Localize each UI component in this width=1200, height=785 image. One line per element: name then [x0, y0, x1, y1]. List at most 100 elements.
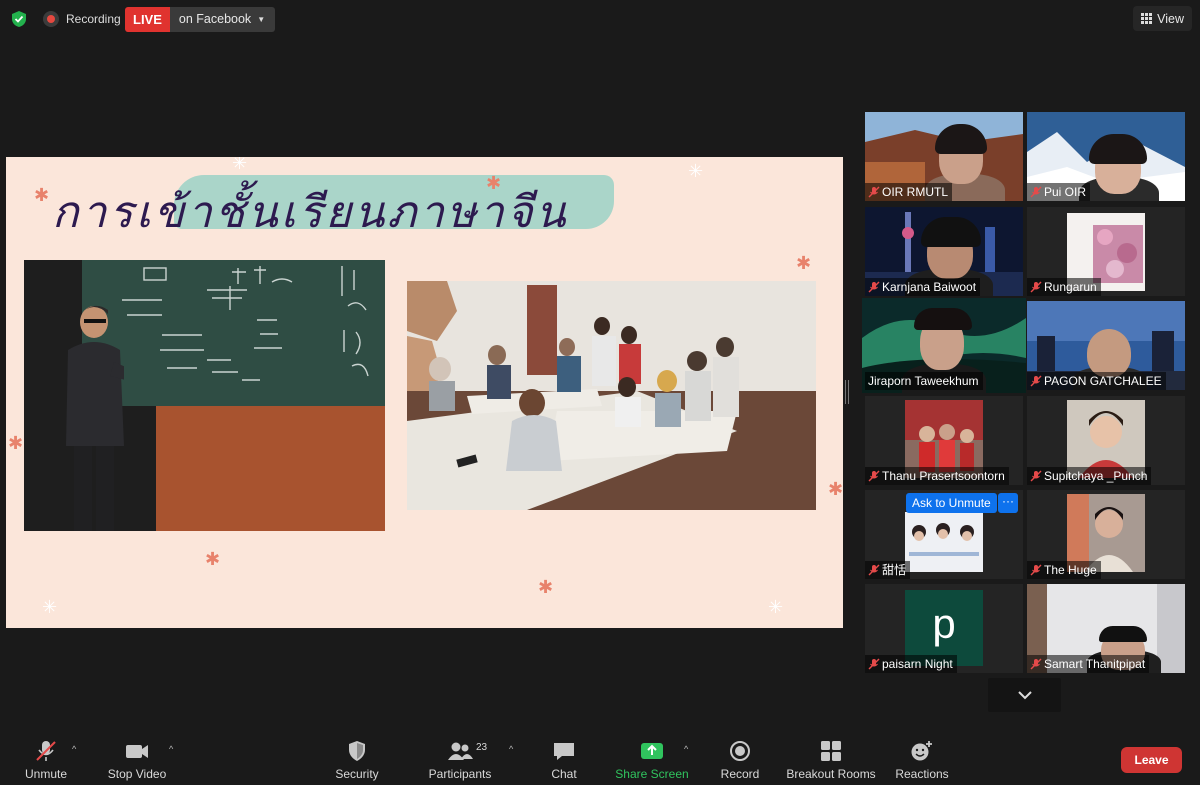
video-tile[interactable]: PAGON GATCHALEE	[1027, 301, 1185, 390]
breakout-rooms-grid-icon	[821, 741, 841, 761]
recording-indicator-icon[interactable]	[43, 11, 59, 27]
view-button[interactable]: View	[1133, 6, 1192, 31]
mic-muted-icon	[868, 470, 880, 482]
video-tile[interactable]: Rungarun	[1027, 207, 1185, 296]
participants-options-caret-icon[interactable]: ^	[509, 744, 513, 754]
unmute-button[interactable]: Unmute	[20, 740, 72, 784]
sparkle-decoration-icon: ✱	[828, 479, 843, 499]
share-options-caret-icon[interactable]: ^	[684, 744, 688, 754]
security-label: Security	[335, 767, 379, 781]
participant-name-label: Thanu Prasertsoontorn	[865, 467, 1009, 485]
video-tile[interactable]: Thanu Prasertsoontorn	[865, 396, 1023, 485]
encryption-shield-icon[interactable]	[10, 10, 28, 28]
chalk-writing-icon	[122, 266, 369, 381]
view-label: View	[1157, 11, 1184, 26]
participant-name-label: Supitchaya _Punch	[1027, 467, 1152, 485]
live-target-dropdown[interactable]: on Facebook ▼	[169, 7, 276, 32]
video-tile-active-speaker[interactable]: Jiraporn Taweekhum	[862, 298, 1026, 393]
classroom-teacher-photo	[24, 260, 385, 531]
participant-name-label: Karnjana Baiwoot	[865, 278, 981, 296]
video-tile[interactable]: Supitchaya _Punch	[1027, 396, 1185, 485]
video-camera-icon	[126, 745, 148, 758]
mic-muted-icon	[868, 281, 880, 293]
mic-muted-icon	[1030, 375, 1042, 387]
participant-name-label: Samart Thanitpipat	[1027, 655, 1150, 673]
recording-label: Recording	[66, 12, 121, 26]
person-hair	[914, 308, 972, 330]
participants-button[interactable]: 23 Participants	[428, 740, 492, 784]
person-face	[1087, 329, 1131, 377]
classroom-students-photo	[407, 281, 816, 510]
mic-muted-icon	[1030, 658, 1042, 670]
grid-view-icon	[1141, 13, 1153, 24]
profile-picture	[905, 512, 983, 572]
record-icon	[730, 741, 750, 761]
chat-button[interactable]: Chat	[546, 740, 582, 784]
participant-name: Samart Thanitpipat	[1044, 657, 1146, 671]
participant-name: 甜恬	[882, 563, 907, 577]
meeting-top-bar: Recording LIVE on Facebook ▼ View	[0, 0, 1200, 40]
video-options-caret-icon[interactable]: ^	[169, 744, 173, 754]
video-tile[interactable]: Karnjana Baiwoot	[865, 207, 1023, 296]
mic-muted-icon	[1030, 281, 1042, 293]
share-screen-button[interactable]: Share Screen	[614, 740, 690, 784]
reactions-label: Reactions	[895, 767, 949, 781]
reactions-button[interactable]: Reactions	[894, 740, 950, 784]
participant-name-label: Jiraporn Taweekhum	[865, 372, 983, 390]
live-stream-status[interactable]: LIVE on Facebook ▼	[125, 7, 276, 32]
video-tile[interactable]: p paisarn Night	[865, 584, 1023, 673]
participant-name-label: 甜恬	[865, 561, 911, 579]
record-button[interactable]: Record	[718, 740, 762, 784]
breakout-rooms-label: Breakout Rooms	[786, 767, 876, 781]
stop-video-label: Stop Video	[107, 767, 167, 781]
gallery-next-page-button[interactable]	[988, 678, 1061, 712]
video-tile[interactable]: The Huge	[1027, 490, 1185, 579]
mic-muted-icon	[1030, 470, 1042, 482]
mic-muted-icon	[1030, 186, 1042, 198]
chat-label: Chat	[551, 767, 577, 781]
participant-name: PAGON GATCHALEE	[1044, 374, 1162, 388]
participant-name: OIR RMUTL	[882, 185, 948, 199]
participant-name-label: OIR RMUTL	[865, 183, 952, 201]
participant-name: Karnjana Baiwoot	[882, 280, 977, 294]
sparkle-decoration-icon: ✳	[688, 161, 704, 181]
mic-muted-icon	[868, 658, 880, 670]
meeting-controls-toolbar: Unmute ^ Stop Video ^ Security 23 Partic…	[0, 728, 1200, 785]
leave-meeting-button[interactable]: Leave	[1121, 747, 1182, 773]
chevron-down-icon	[1017, 690, 1032, 699]
split-view-drag-handle[interactable]	[845, 380, 849, 404]
sparkle-decoration-icon: ✱	[796, 253, 812, 273]
participant-count: 23	[476, 742, 488, 753]
share-screen-arrow-icon	[641, 743, 663, 759]
sparkle-decoration-icon: ✳	[42, 597, 58, 617]
audio-options-caret-icon[interactable]: ^	[72, 744, 76, 754]
microphone-muted-icon	[36, 741, 56, 761]
sparkle-decoration-icon: ✱	[538, 577, 554, 597]
unmute-label: Unmute	[24, 767, 68, 781]
participant-name: Pui OIR	[1044, 185, 1087, 199]
mic-muted-icon	[1030, 564, 1042, 576]
more-options-button[interactable]: ···	[998, 493, 1018, 513]
participants-icon	[448, 742, 473, 760]
video-tile[interactable]: Samart Thanitpipat	[1027, 584, 1185, 673]
teacher-desk	[156, 406, 385, 531]
security-button[interactable]: Security	[334, 740, 380, 784]
participant-name-label: paisarn Night	[865, 655, 957, 673]
mic-muted-icon	[868, 186, 880, 198]
participant-name-label: PAGON GATCHALEE	[1027, 372, 1166, 390]
participant-name: Thanu Prasertsoontorn	[882, 469, 1005, 483]
live-target-label: on Facebook	[178, 12, 252, 26]
shared-screen-slide: การเข้าชั้นเรียนภาษาจีน ✱ ✳ ✱ ✳ ✱ ✱ ✱ ✱ …	[6, 157, 843, 628]
chat-bubble-icon	[554, 743, 574, 760]
shield-icon	[349, 741, 365, 761]
video-tile[interactable]: OIR RMUTL	[865, 112, 1023, 201]
participant-name-label: Rungarun	[1027, 278, 1101, 296]
participant-name: Rungarun	[1044, 280, 1097, 294]
sparkle-decoration-icon: ✳	[232, 157, 248, 173]
stop-video-button[interactable]: Stop Video	[104, 740, 170, 784]
breakout-rooms-button[interactable]: Breakout Rooms	[786, 740, 876, 784]
participant-name-label: The Huge	[1027, 561, 1101, 579]
ask-to-unmute-button[interactable]: Ask to Unmute	[906, 493, 997, 513]
video-tile[interactable]: Pui OIR	[1027, 112, 1185, 201]
participant-name-label: Pui OIR	[1027, 183, 1091, 201]
